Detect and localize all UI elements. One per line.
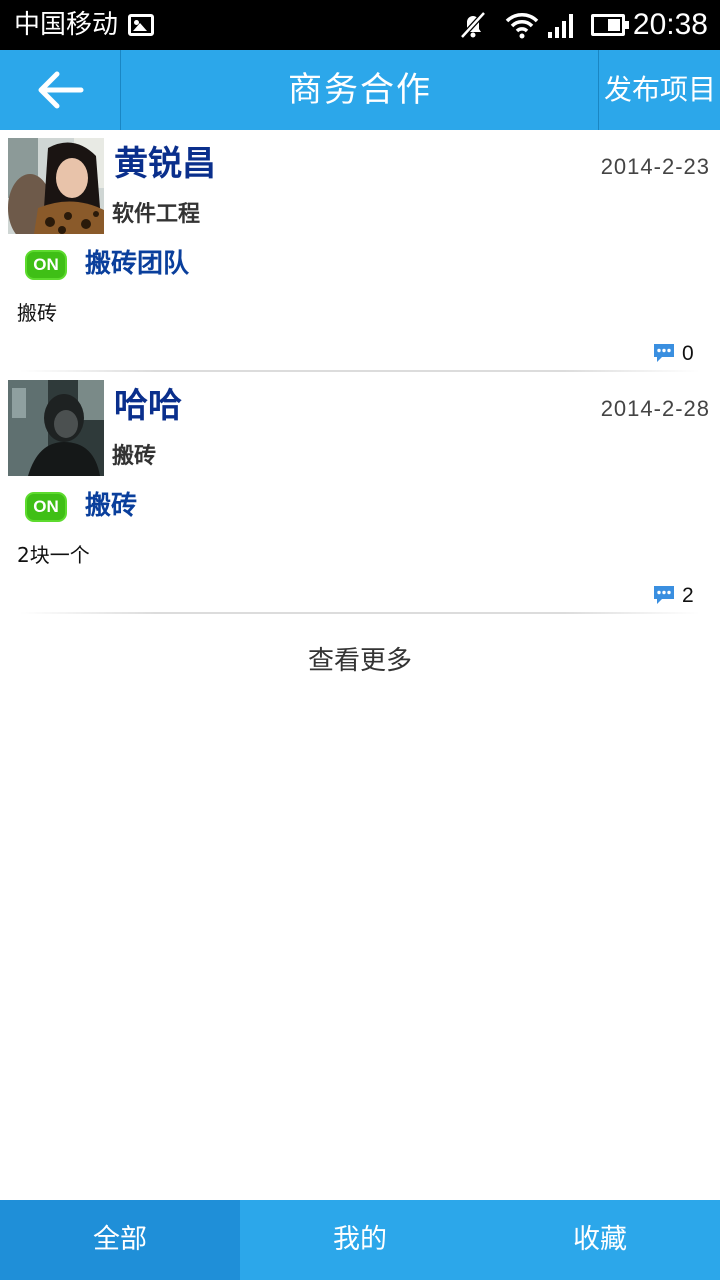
tab-mine[interactable]: 我的 xyxy=(240,1200,480,1280)
status-clock: 20:38 xyxy=(632,8,708,41)
project-title[interactable]: 搬砖 xyxy=(85,488,137,524)
signal-icon xyxy=(548,14,573,38)
battery-icon xyxy=(591,14,629,36)
post-content: 2块一个 xyxy=(17,543,90,567)
author-name: 哈哈 xyxy=(114,386,182,426)
comment-count: 0 xyxy=(682,342,694,365)
avatar[interactable] xyxy=(8,380,104,476)
comment-icon[interactable] xyxy=(652,342,676,364)
mute-icon xyxy=(460,11,486,39)
tab-favorites[interactable]: 收藏 xyxy=(480,1200,720,1280)
status-badge: ON xyxy=(25,250,67,280)
comment-count: 2 xyxy=(682,584,694,607)
item-divider xyxy=(20,612,700,614)
status-bar: 中国移动 20:38 xyxy=(0,0,720,50)
carrier-name: 中国移动 xyxy=(14,10,119,40)
project-title[interactable]: 搬砖团队 xyxy=(85,246,189,282)
image-notification-icon xyxy=(128,14,154,36)
wifi-icon xyxy=(505,13,539,39)
arrow-left-icon xyxy=(38,71,84,109)
status-badge: ON xyxy=(25,492,67,522)
post-date: 2014-2-23 xyxy=(600,154,710,179)
comment-icon[interactable] xyxy=(652,584,676,606)
post-content: 搬砖 xyxy=(17,301,57,325)
post-date: 2014-2-28 xyxy=(600,396,710,421)
publish-project-button[interactable]: 发布项目 xyxy=(600,50,720,130)
bottom-tab-bar: 全部 我的 收藏 xyxy=(0,1200,720,1280)
avatar[interactable] xyxy=(8,138,104,234)
list-item[interactable]: 哈哈 2014-2-28 搬砖 ON 搬砖 2块一个 2 xyxy=(0,372,720,614)
page-title: 商务合作 xyxy=(288,70,432,110)
author-role: 搬砖 xyxy=(112,444,157,469)
back-button[interactable] xyxy=(0,50,120,130)
header-divider xyxy=(598,50,599,130)
tab-all[interactable]: 全部 xyxy=(0,1200,240,1280)
load-more-button[interactable]: 查看更多 xyxy=(0,630,720,692)
header-divider xyxy=(120,50,121,130)
author-role: 软件工程 xyxy=(112,202,201,227)
author-name: 黄锐昌 xyxy=(114,144,216,184)
list-item[interactable]: 黄锐昌 2014-2-23 软件工程 ON 搬砖团队 搬砖 0 xyxy=(0,130,720,372)
top-bar: 商务合作 发布项目 xyxy=(0,50,720,130)
